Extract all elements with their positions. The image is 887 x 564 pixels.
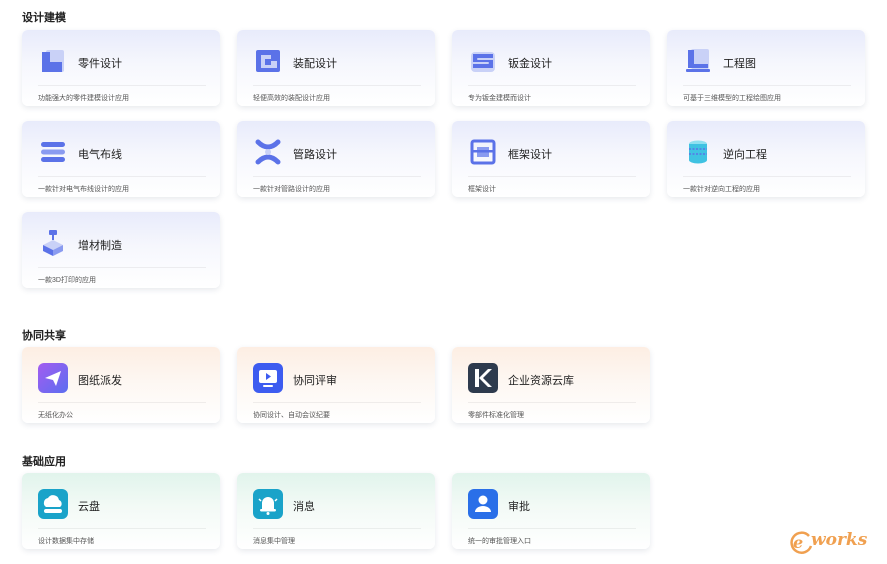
- app-name: 消息: [293, 501, 315, 513]
- section-title-design-modeling: 设计建模: [22, 12, 66, 24]
- review-play-icon: [253, 363, 283, 393]
- section-title-basic-apps: 基础应用: [22, 456, 66, 468]
- app-desc: 框架设计: [468, 186, 496, 193]
- app-name: 零件设计: [78, 58, 122, 70]
- app-desc: 轻便高效的装配设计应用: [253, 95, 330, 102]
- app-card-frame[interactable]: 框架设计 框架设计: [452, 121, 650, 197]
- sheet-metal-icon: [471, 52, 495, 72]
- app-card-additive-manufacturing[interactable]: 增材制造 一款3D打印的应用: [22, 212, 220, 288]
- app-desc: 协同设计、自动会议纪要: [253, 412, 330, 419]
- k-logo-icon: [468, 363, 498, 393]
- app-name: 管路设计: [293, 149, 337, 161]
- app-desc: 一款针对逆向工程的应用: [683, 186, 760, 193]
- app-name: 钣金设计: [508, 58, 552, 70]
- app-name: 图纸派发: [78, 375, 122, 387]
- app-card-sheet-metal[interactable]: 钣金设计 专为钣金建模而设计: [452, 30, 650, 106]
- app-card-drawing[interactable]: 工程图 可基于三维模型的工程绘图应用: [667, 30, 865, 106]
- app-name: 逆向工程: [723, 149, 767, 161]
- app-desc: 设计数据集中存储: [38, 538, 94, 545]
- reverse-engineering-icon: [689, 140, 707, 164]
- app-card-collaborative-review[interactable]: 协同评审 协同设计、自动会议纪要: [237, 347, 435, 423]
- app-card-part-design[interactable]: 零件设计 功能强大的零件建模设计应用: [22, 30, 220, 106]
- app-desc: 消息集中管理: [253, 538, 295, 545]
- app-card-drawing-distribution[interactable]: 图纸派发 无纸化办公: [22, 347, 220, 423]
- app-name: 协同评审: [293, 375, 337, 387]
- cloud-disk-icon: [38, 489, 68, 519]
- app-desc: 一款3D打印的应用: [38, 277, 96, 284]
- app-desc: 统一的审批管理入口: [468, 538, 531, 545]
- app-name: 云盘: [78, 501, 100, 513]
- watermark-prefix: e: [793, 533, 803, 552]
- app-desc: 一款针对管路设计的应用: [253, 186, 330, 193]
- drawing-icon: [686, 49, 710, 72]
- electrical-wiring-icon: [41, 142, 65, 162]
- app-card-messages[interactable]: 消息 消息集中管理: [237, 473, 435, 549]
- app-name: 增材制造: [78, 240, 122, 252]
- eworks-watermark: e works: [787, 526, 879, 556]
- frame-icon: [470, 139, 496, 165]
- app-card-assembly-design[interactable]: 装配设计 轻便高效的装配设计应用: [237, 30, 435, 106]
- app-card-electrical-wiring[interactable]: 电气布线 一款针对电气布线设计的应用: [22, 121, 220, 197]
- piping-icon: [255, 139, 281, 165]
- section-title-collaboration: 协同共享: [22, 330, 66, 342]
- watermark-text: works: [811, 530, 868, 550]
- part-design-icon: [42, 50, 64, 72]
- app-desc: 可基于三维模型的工程绘图应用: [683, 95, 781, 102]
- app-name: 审批: [508, 501, 530, 513]
- app-card-approval[interactable]: 审批 统一的审批管理入口: [452, 473, 650, 549]
- app-desc: 一款针对电气布线设计的应用: [38, 186, 129, 193]
- assembly-design-icon: [256, 50, 280, 72]
- app-name: 装配设计: [293, 58, 337, 70]
- app-name: 电气布线: [78, 149, 122, 161]
- app-desc: 零部件标准化管理: [468, 412, 524, 419]
- app-name: 框架设计: [508, 149, 552, 161]
- app-desc: 无纸化办公: [38, 412, 73, 419]
- app-card-enterprise-resource-library[interactable]: 企业资源云库 零部件标准化管理: [452, 347, 650, 423]
- app-name: 工程图: [723, 58, 756, 70]
- app-desc: 功能强大的零件建模设计应用: [38, 95, 129, 102]
- app-card-piping[interactable]: 管路设计 一款针对管路设计的应用: [237, 121, 435, 197]
- app-name: 企业资源云库: [508, 375, 574, 387]
- approval-user-icon: [468, 489, 498, 519]
- app-card-reverse-engineering[interactable]: 逆向工程 一款针对逆向工程的应用: [667, 121, 865, 197]
- app-card-cloud-disk[interactable]: 云盘 设计数据集中存储: [22, 473, 220, 549]
- app-desc: 专为钣金建模而设计: [468, 95, 531, 102]
- bell-icon: [253, 489, 283, 519]
- additive-manufacturing-icon: [43, 230, 63, 256]
- paper-plane-icon: [38, 363, 68, 393]
